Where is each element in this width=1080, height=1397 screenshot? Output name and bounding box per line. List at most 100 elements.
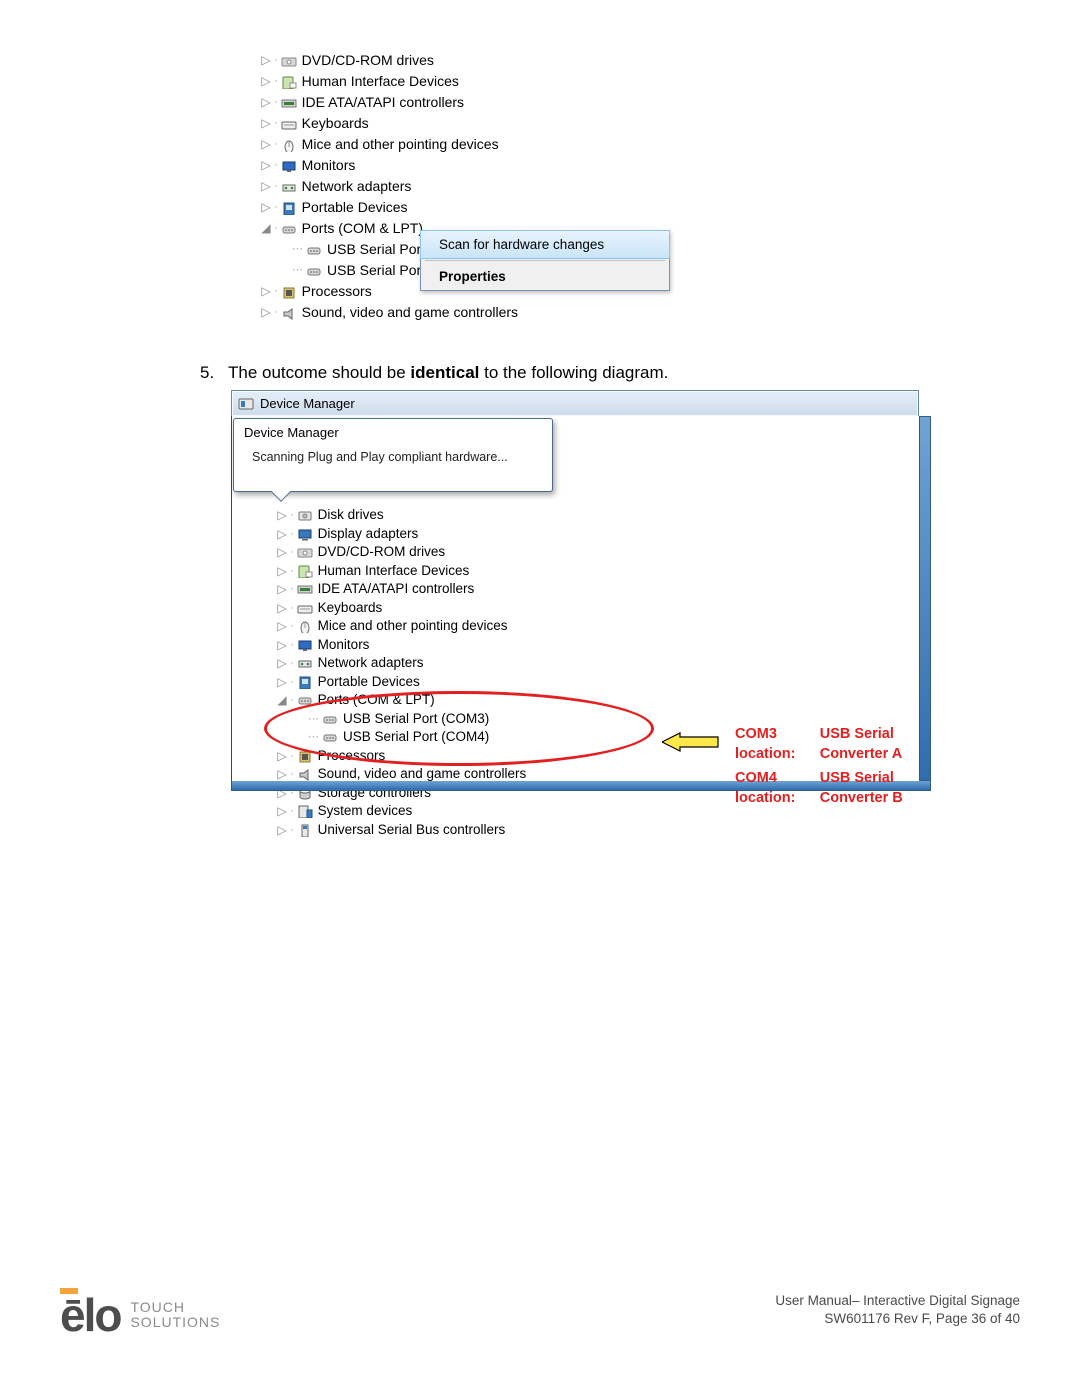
tree-label: Mice and other pointing devices <box>302 134 499 155</box>
tree-item[interactable]: ▷ · Network adapters <box>260 176 720 197</box>
tree-label: Portable Devices <box>318 673 420 692</box>
tree-label: Ports (COM & LPT) <box>302 218 423 239</box>
expander-closed-icon[interactable]: ▷ <box>260 92 272 113</box>
legend-com4-label: COM4 location: <box>734 767 817 809</box>
expander-closed-icon[interactable]: ▷ <box>260 71 272 92</box>
expander-closed-icon[interactable]: ▷ <box>260 134 272 155</box>
tooltip-title: Device Manager <box>234 419 552 440</box>
expander-closed-icon[interactable]: ▷ <box>276 636 288 655</box>
ide-icon <box>296 581 314 597</box>
tree-label: Portable Devices <box>302 197 408 218</box>
expander-closed-icon[interactable]: ▷ <box>260 50 272 71</box>
tree-item[interactable]: ▷ · Display adapters <box>276 525 919 544</box>
cpu-icon <box>296 748 314 764</box>
monitor-icon <box>296 637 314 653</box>
step-5-text: 5.The outcome should be identical to the… <box>200 363 1020 383</box>
serial-icon <box>296 692 314 708</box>
expander-closed-icon[interactable]: ▷ <box>276 599 288 618</box>
window-titlebar: Device Manager <box>231 390 919 416</box>
tree-label: Universal Serial Bus controllers <box>318 821 506 840</box>
tree-label: System devices <box>318 802 413 821</box>
tree-item[interactable]: ▷ · IDE ATA/ATAPI controllers <box>260 92 720 113</box>
tree-item[interactable]: ▷ · Human Interface Devices <box>260 71 720 92</box>
tree-item[interactable]: ▷ · Portable Devices <box>276 673 919 692</box>
window-frame-right <box>919 416 931 781</box>
tree-item[interactable]: ▷ · DVD/CD-ROM drives <box>260 50 720 71</box>
callout-arrow <box>662 731 720 753</box>
tree-item[interactable]: ▷ · Mice and other pointing devices <box>260 134 720 155</box>
tree-label: Human Interface Devices <box>302 71 459 92</box>
tree-label: DVD/CD-ROM drives <box>302 50 434 71</box>
mouse-icon <box>296 618 314 634</box>
net-icon <box>296 655 314 671</box>
sound-icon <box>280 305 298 321</box>
tree-item[interactable]: ▷ · Mice and other pointing devices <box>276 617 919 636</box>
tree-item[interactable]: ▷ · IDE ATA/ATAPI controllers <box>276 580 919 599</box>
expander-closed-icon[interactable]: ▷ <box>276 543 288 562</box>
screenshot-2: Device Manager Device Manager Scanning P… <box>230 389 920 782</box>
tree-item[interactable]: ▷ · Keyboards <box>276 599 919 618</box>
expander-closed-icon[interactable]: ▷ <box>260 281 272 302</box>
menu-properties[interactable]: Properties <box>421 263 669 290</box>
step-bold: identical <box>410 363 479 382</box>
expander-open-icon[interactable]: ◢ <box>260 218 272 239</box>
expander-closed-icon[interactable]: ▷ <box>276 747 288 766</box>
tree-item[interactable]: ▷ · Disk drives <box>276 506 919 525</box>
menu-scan-hardware[interactable]: Scan for hardware changes <box>420 230 670 259</box>
legend-com3-label: COM3 location: <box>734 723 817 765</box>
tree-label: Monitors <box>318 636 370 655</box>
logo-mark: ēlo <box>60 1288 120 1342</box>
tree-label: USB Serial Port <box>327 239 425 260</box>
tree-item[interactable]: ▷ · Keyboards <box>260 113 720 134</box>
expander-closed-icon[interactable]: ▷ <box>276 525 288 544</box>
menu-item-label: Scan for hardware changes <box>439 237 604 252</box>
footer-info: User Manual– Interactive Digital Signage… <box>775 1292 1020 1328</box>
tree-label: DVD/CD-ROM drives <box>318 543 446 562</box>
tree-item[interactable]: ▷ · Monitors <box>260 155 720 176</box>
tree-item[interactable]: ▷ · Monitors <box>276 636 919 655</box>
expander-closed-icon[interactable]: ▷ <box>276 562 288 581</box>
serial-icon <box>321 729 339 745</box>
net-icon <box>280 179 298 195</box>
disk-icon <box>296 507 314 523</box>
tree-label: Network adapters <box>318 654 424 673</box>
elo-logo: ēlo TOUCHSOLUTIONS <box>60 1288 220 1342</box>
hid-icon <box>280 74 298 90</box>
tree-item[interactable]: ▷ · Human Interface Devices <box>276 562 919 581</box>
disp-icon <box>296 526 314 542</box>
context-menu: Scan for hardware changes Properties <box>420 230 670 291</box>
expander-closed-icon[interactable]: ▷ <box>276 673 288 692</box>
expander-closed-icon[interactable]: ▷ <box>260 176 272 197</box>
footer-line2: SW601176 Rev F, Page 36 of 40 <box>824 1311 1020 1326</box>
scanning-tooltip: Device Manager Scanning Plug and Play co… <box>233 418 553 492</box>
tree-label: Human Interface Devices <box>318 562 470 581</box>
tree-item[interactable]: ▷ · DVD/CD-ROM drives <box>276 543 919 562</box>
expander-closed-icon[interactable]: ▷ <box>276 580 288 599</box>
expander-closed-icon[interactable]: ▷ <box>276 617 288 636</box>
kbd-icon <box>296 600 314 616</box>
expander-closed-icon[interactable]: ▷ <box>276 654 288 673</box>
serial-icon <box>321 711 339 727</box>
menu-separator <box>425 260 665 261</box>
expander-closed-icon[interactable]: ▷ <box>276 802 288 821</box>
tree-label: Processors <box>318 747 386 766</box>
expander-closed-icon[interactable]: ▷ <box>260 113 272 134</box>
tree-label: Disk drives <box>318 506 384 525</box>
device-manager-icon <box>238 396 254 412</box>
tree-label: IDE ATA/ATAPI controllers <box>318 580 475 599</box>
tree-item-ports[interactable]: ◢ · Ports (COM & LPT) <box>276 691 919 710</box>
tree-item[interactable]: ▷ · Portable Devices <box>260 197 720 218</box>
expander-closed-icon[interactable]: ▷ <box>276 506 288 525</box>
usb-icon <box>296 822 314 838</box>
expander-closed-icon[interactable]: ▷ <box>260 302 272 323</box>
com-port-legend: COM3 location:USB Serial Converter A COM… <box>732 721 919 811</box>
tree-item[interactable]: ▷ · Sound, video and game controllers <box>260 302 720 323</box>
expander-closed-icon[interactable]: ▷ <box>260 197 272 218</box>
step-number: 5. <box>200 363 228 383</box>
expander-closed-icon[interactable]: ▷ <box>276 821 288 840</box>
disc-icon <box>280 53 298 69</box>
expander-open-icon[interactable]: ◢ <box>276 691 288 710</box>
tree-item[interactable]: ▷ · Network adapters <box>276 654 919 673</box>
expander-closed-icon[interactable]: ▷ <box>260 155 272 176</box>
tree-item[interactable]: ▷ · Universal Serial Bus controllers <box>276 821 919 840</box>
